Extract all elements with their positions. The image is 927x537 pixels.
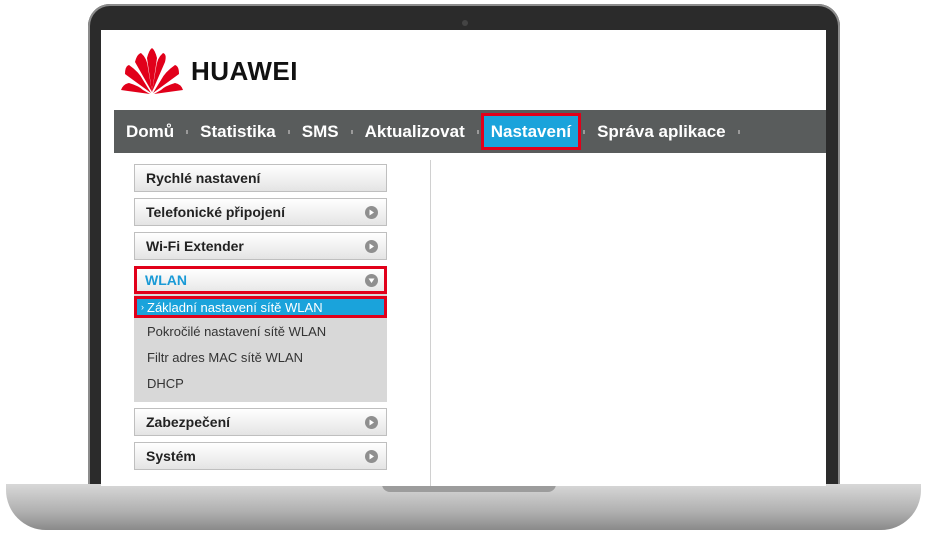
main-nav: Domů Statistika SMS Aktualizovat Nastave… bbox=[114, 110, 826, 153]
chevron-right-icon bbox=[365, 205, 378, 219]
brand-name: HUAWEI bbox=[191, 55, 298, 86]
nav-separator bbox=[737, 129, 740, 134]
huawei-flower-icon bbox=[121, 48, 183, 94]
laptop-base bbox=[6, 484, 921, 530]
menu-dialup[interactable]: Telefonické připojení bbox=[134, 198, 387, 226]
content-divider bbox=[430, 160, 431, 486]
active-marker-icon: › bbox=[141, 302, 144, 312]
menu-quick-setup[interactable]: Rychlé nastavení bbox=[134, 164, 387, 192]
menu-label: Wi-Fi Extender bbox=[146, 238, 244, 254]
menu-label: Telefonické připojení bbox=[146, 204, 285, 220]
router-admin-page: HUAWEI Domů Statistika SMS Aktualizovat … bbox=[101, 30, 826, 486]
menu-wlan[interactable]: WLAN bbox=[134, 266, 387, 294]
menu-label: Zabezpečení bbox=[146, 414, 231, 430]
nav-app-management[interactable]: Správa aplikace bbox=[585, 110, 738, 153]
nav-settings[interactable]: Nastavení bbox=[480, 113, 582, 150]
menu-label: Systém bbox=[146, 448, 196, 464]
menu-system[interactable]: Systém bbox=[134, 442, 387, 470]
chevron-right-icon bbox=[365, 415, 378, 429]
nav-separator bbox=[476, 129, 479, 134]
nav-home[interactable]: Domů bbox=[114, 110, 186, 153]
chevron-right-icon bbox=[365, 449, 378, 463]
menu-security[interactable]: Zabezpečení bbox=[134, 408, 387, 436]
submenu-wlan-advanced[interactable]: Pokročilé nastavení sítě WLAN bbox=[134, 318, 387, 344]
chevron-down-icon bbox=[365, 273, 378, 287]
submenu-label: Základní nastavení sítě WLAN bbox=[147, 299, 323, 315]
submenu-dhcp[interactable]: DHCP bbox=[134, 370, 387, 396]
nav-statistics[interactable]: Statistika bbox=[188, 110, 288, 153]
menu-label: Rychlé nastavení bbox=[146, 170, 261, 186]
nav-update[interactable]: Aktualizovat bbox=[353, 110, 477, 153]
nav-sms[interactable]: SMS bbox=[290, 110, 351, 153]
submenu-wlan-mac-filter[interactable]: Filtr adres MAC sítě WLAN bbox=[134, 344, 387, 370]
menu-wifi-extender[interactable]: Wi-Fi Extender bbox=[134, 232, 387, 260]
menu-wlan-group: WLAN › Základní nastavení sítě WLAN Pokr… bbox=[134, 266, 387, 402]
huawei-logo[interactable]: HUAWEI bbox=[121, 46, 298, 96]
submenu-wlan-basic[interactable]: › Základní nastavení sítě WLAN bbox=[134, 296, 387, 318]
camera-icon bbox=[462, 20, 468, 26]
chevron-right-icon bbox=[365, 239, 378, 253]
settings-sidebar: Rychlé nastavení Telefonické připojení W… bbox=[134, 164, 387, 476]
menu-label: WLAN bbox=[145, 272, 187, 288]
